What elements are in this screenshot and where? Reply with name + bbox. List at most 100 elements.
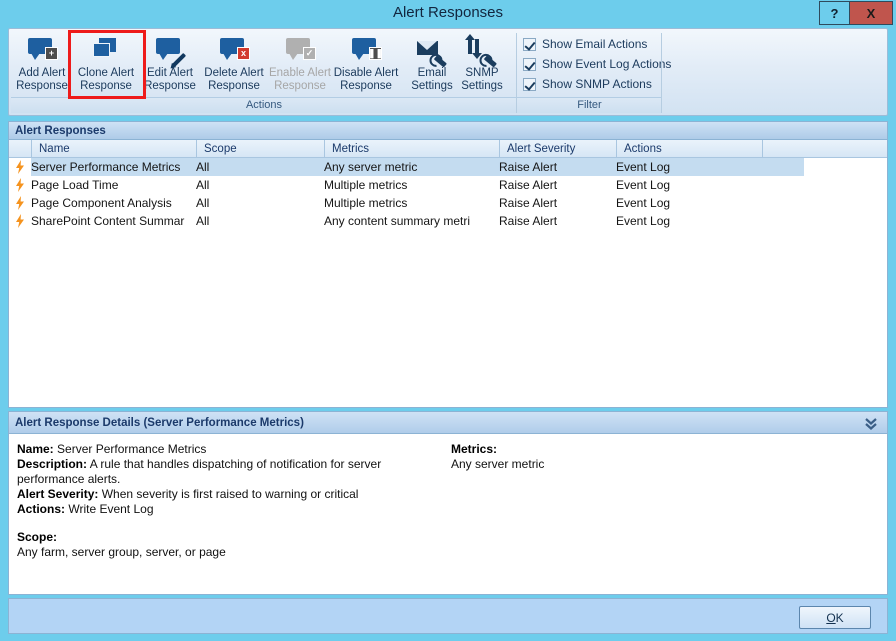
details-actions-line: Actions: Write Event Log xyxy=(17,502,451,517)
show-email-actions-checkbox[interactable]: Show Email Actions xyxy=(517,34,662,54)
table-row[interactable]: SharePoint Content Summar All Any conten… xyxy=(9,212,887,230)
enable-alert-response-button: ✓ Enable Alert Response xyxy=(267,31,333,97)
checkbox-checked-icon xyxy=(523,58,536,71)
grid-header-name[interactable]: Name xyxy=(31,140,196,157)
grid-column-headers: Name Scope Metrics Alert Severity Action… xyxy=(9,140,887,158)
show-event-log-actions-checkbox[interactable]: Show Event Log Actions xyxy=(517,54,662,74)
ok-button-accel: O xyxy=(826,611,835,625)
cell-name: Page Load Time xyxy=(31,176,196,194)
details-name-label: Name: xyxy=(17,442,54,456)
disable-alert-response-button[interactable]: ❚❚ Disable Alert Response xyxy=(333,31,399,97)
grid-header-actions[interactable]: Actions xyxy=(616,140,762,157)
details-severity-line: Alert Severity: When severity is first r… xyxy=(17,487,451,502)
grid-header-spacer xyxy=(9,140,31,157)
ribbon-group-filter: Show Email Actions Show Event Log Action… xyxy=(517,31,662,115)
clone-alert-response-label-line2: Response xyxy=(80,80,132,92)
ribbon-group-actions: + Add Alert Response Clone Alert Respons… xyxy=(11,31,517,115)
title-bar: Alert Responses ? X xyxy=(0,0,896,26)
cell-metrics: Any server metric xyxy=(324,158,499,176)
details-description-line: Description: A rule that handles dispatc… xyxy=(17,457,451,487)
table-row[interactable]: Page Component Analysis All Multiple met… xyxy=(9,194,887,212)
email-settings-button[interactable]: Email Settings xyxy=(407,31,457,97)
disable-alert-response-icon: ❚❚ xyxy=(349,36,383,64)
alert-bolt-icon xyxy=(9,194,31,212)
details-panel-header: Alert Response Details (Server Performan… xyxy=(15,417,304,429)
show-email-actions-label: Show Email Actions xyxy=(542,37,647,51)
table-row[interactable]: Server Performance Metrics All Any serve… xyxy=(9,158,887,176)
table-row[interactable]: Page Load Time All Multiple metrics Rais… xyxy=(9,176,887,194)
alert-responses-list-panel: Alert Responses Name Scope Metrics Alert… xyxy=(8,121,888,408)
list-panel-header: Alert Responses xyxy=(9,122,887,140)
cell-scope: All xyxy=(196,194,324,212)
details-panel-body: Name: Server Performance Metrics Descrip… xyxy=(9,434,887,560)
alert-bolt-icon xyxy=(9,158,31,176)
cell-metrics: Multiple metrics xyxy=(324,176,499,194)
window-controls: ? X xyxy=(819,1,893,25)
snmp-settings-label-line2: Settings xyxy=(461,80,503,92)
grid-header-filler xyxy=(762,140,887,157)
add-alert-response-label-line1: Add Alert xyxy=(19,67,66,79)
snmp-settings-icon xyxy=(465,36,499,64)
details-scope-value: Any farm, server group, server, or page xyxy=(17,545,451,560)
clone-alert-response-label-line1: Clone Alert xyxy=(78,67,134,79)
cell-scope: All xyxy=(196,158,324,176)
disable-alert-response-label-line2: Response xyxy=(340,80,392,92)
double-chevron-down-icon[interactable] xyxy=(863,416,879,430)
edit-alert-response-label-line2: Response xyxy=(144,80,196,92)
details-name-value: Server Performance Metrics xyxy=(57,442,206,456)
ribbon-group-actions-label: Actions xyxy=(11,97,517,113)
alert-responses-window: Alert Responses ? X + Add Alert Response xyxy=(0,0,896,641)
cell-actions: Event Log xyxy=(616,176,762,194)
email-settings-label-line1: Email xyxy=(418,67,447,79)
cell-name: SharePoint Content Summar xyxy=(31,212,196,230)
edit-alert-response-button[interactable]: Edit Alert Response xyxy=(139,31,201,97)
delete-alert-response-icon: x xyxy=(217,36,251,64)
checkbox-checked-icon xyxy=(523,78,536,91)
delete-alert-response-label-line1: Delete Alert xyxy=(204,67,263,79)
grid-header-metrics[interactable]: Metrics xyxy=(324,140,499,157)
cell-severity: Raise Alert xyxy=(499,212,616,230)
details-left-column: Name: Server Performance Metrics Descrip… xyxy=(17,442,451,560)
grid-header-severity[interactable]: Alert Severity xyxy=(499,140,616,157)
delete-alert-response-button[interactable]: x Delete Alert Response xyxy=(201,31,267,97)
close-button[interactable]: X xyxy=(850,1,893,25)
add-alert-response-label-line2: Response xyxy=(16,80,68,92)
delete-alert-response-label-line2: Response xyxy=(208,80,260,92)
edit-alert-response-icon xyxy=(153,36,187,64)
help-button[interactable]: ? xyxy=(819,1,850,25)
show-snmp-actions-label: Show SNMP Actions xyxy=(542,77,652,91)
cell-actions: Event Log xyxy=(616,158,762,176)
ribbon-toolbar: + Add Alert Response Clone Alert Respons… xyxy=(8,28,888,116)
cell-metrics: Multiple metrics xyxy=(324,194,499,212)
show-snmp-actions-checkbox[interactable]: Show SNMP Actions xyxy=(517,74,662,94)
cell-scope: All xyxy=(196,176,324,194)
cell-scope: All xyxy=(196,212,324,230)
clone-alert-response-button[interactable]: Clone Alert Response xyxy=(73,31,139,97)
page-title: Alert Responses xyxy=(0,0,896,26)
details-spacer xyxy=(17,517,451,530)
details-actions-value: Write Event Log xyxy=(68,502,153,516)
cell-actions: Event Log xyxy=(616,212,762,230)
enable-alert-response-icon: ✓ xyxy=(283,36,317,64)
disable-alert-response-label-line1: Disable Alert xyxy=(334,67,399,79)
details-right-column: Metrics: Any server metric xyxy=(451,442,879,560)
cell-severity: Raise Alert xyxy=(499,176,616,194)
cell-name: Page Component Analysis xyxy=(31,194,196,212)
cell-name: Server Performance Metrics xyxy=(31,158,196,176)
ok-button[interactable]: OK xyxy=(799,606,871,629)
enable-alert-response-label-line1: Enable Alert xyxy=(269,67,331,79)
grid-header-scope[interactable]: Scope xyxy=(196,140,324,157)
snmp-settings-button[interactable]: SNMP Settings xyxy=(457,31,507,97)
alert-bolt-icon xyxy=(9,176,31,194)
cell-metrics: Any content summary metri xyxy=(324,212,499,230)
snmp-settings-label-line1: SNMP xyxy=(465,67,498,79)
ok-button-rest: K xyxy=(836,611,844,625)
checkbox-checked-icon xyxy=(523,38,536,51)
details-metrics-label: Metrics: xyxy=(451,442,497,456)
email-settings-label-line2: Settings xyxy=(411,80,453,92)
add-alert-response-button[interactable]: + Add Alert Response xyxy=(11,31,73,97)
details-description-label: Description: xyxy=(17,457,87,471)
ribbon-group-filter-label: Filter xyxy=(517,97,662,113)
alert-bolt-icon xyxy=(9,212,31,230)
details-scope-label: Scope: xyxy=(17,530,57,544)
